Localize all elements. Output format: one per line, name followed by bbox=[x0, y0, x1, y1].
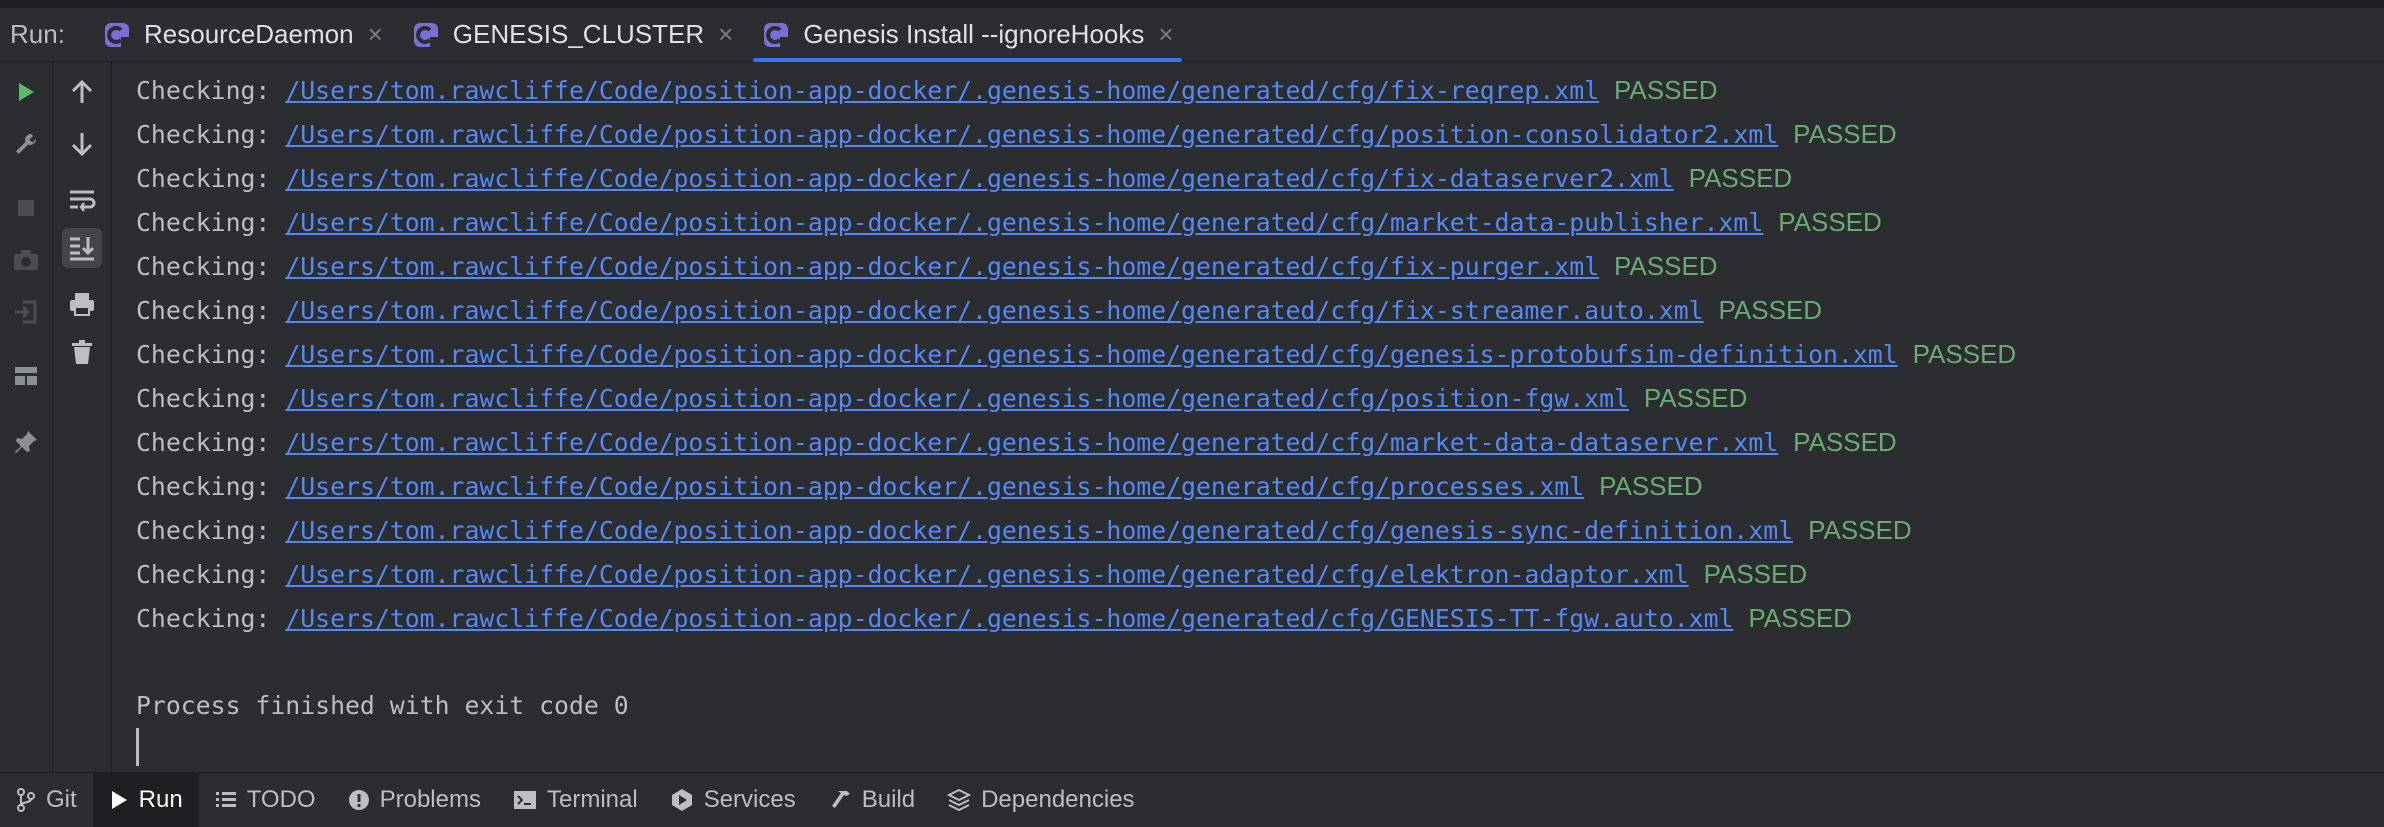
console-line: Checking: /Users/tom.rawcliffe/Code/posi… bbox=[136, 163, 1793, 193]
dependencies-icon bbox=[947, 788, 972, 811]
play-icon bbox=[111, 790, 127, 809]
status-passed: PASSED bbox=[1718, 295, 1823, 325]
hammer-icon bbox=[831, 790, 850, 808]
process-finished-message: Process finished with exit code 0 bbox=[136, 691, 629, 720]
close-icon[interactable]: × bbox=[718, 19, 733, 50]
camera-icon[interactable] bbox=[6, 240, 46, 280]
run-tab-bar: Run: ResourceDaemon × GENESIS_CLUSTER × … bbox=[0, 8, 2384, 62]
tab-genesis-install[interactable]: Genesis Install --ignoreHooks × bbox=[747, 8, 1187, 62]
file-link[interactable]: /Users/tom.rawcliffe/Code/position-app-d… bbox=[285, 472, 1584, 501]
tool-build[interactable]: Build bbox=[812, 773, 931, 827]
print-icon[interactable] bbox=[62, 284, 102, 324]
file-link[interactable]: /Users/tom.rawcliffe/Code/position-app-d… bbox=[285, 516, 1793, 545]
file-link[interactable]: /Users/tom.rawcliffe/Code/position-app-d… bbox=[285, 208, 1763, 237]
tool-problems[interactable]: Problems bbox=[332, 773, 497, 827]
status-passed: PASSED bbox=[1643, 383, 1748, 413]
pin-icon[interactable] bbox=[6, 422, 46, 462]
run-label: Run: bbox=[10, 19, 65, 49]
status-passed: PASSED bbox=[1793, 119, 1897, 149]
console-line: Checking: /Users/tom.rawcliffe/Code/posi… bbox=[136, 295, 1823, 325]
console-line: Checking: /Users/tom.rawcliffe/Code/posi… bbox=[136, 515, 1912, 545]
arrow-down-icon[interactable] bbox=[62, 124, 102, 164]
console-line: Checking: /Users/tom.rawcliffe/Code/posi… bbox=[136, 251, 1718, 281]
problems-icon bbox=[348, 789, 369, 810]
status-passed: PASSED bbox=[1614, 75, 1718, 105]
tool-git[interactable]: Git bbox=[0, 773, 93, 827]
file-link[interactable]: /Users/tom.rawcliffe/Code/position-app-d… bbox=[285, 384, 1629, 413]
console-line: Checking: /Users/tom.rawcliffe/Code/posi… bbox=[136, 207, 1882, 237]
tool-services[interactable]: Services bbox=[654, 773, 812, 827]
file-link[interactable]: /Users/tom.rawcliffe/Code/position-app-d… bbox=[285, 340, 1897, 369]
todo-list-icon bbox=[215, 791, 236, 807]
console-line: Checking: /Users/tom.rawcliffe/Code/posi… bbox=[136, 119, 1897, 149]
run-icon[interactable] bbox=[6, 72, 46, 112]
tool-terminal[interactable]: Terminal bbox=[497, 773, 654, 827]
services-icon bbox=[671, 788, 692, 811]
tool-todo[interactable]: TODO bbox=[199, 773, 332, 827]
console-line: Checking: /Users/tom.rawcliffe/Code/posi… bbox=[136, 339, 2017, 369]
status-passed: PASSED bbox=[1808, 515, 1912, 545]
login-icon[interactable] bbox=[6, 292, 46, 332]
tool-run[interactable]: Run bbox=[92, 772, 199, 827]
terminal-icon bbox=[513, 790, 536, 809]
tab-genesis-cluster[interactable]: GENESIS_CLUSTER × bbox=[397, 8, 748, 62]
status-passed: PASSED bbox=[1599, 471, 1703, 501]
tab-label: ResourceDaemon bbox=[144, 19, 354, 49]
tool-window-bar: Git Run TODO Problems Terminal Services … bbox=[0, 772, 2384, 827]
status-passed: PASSED bbox=[1793, 427, 1897, 457]
close-icon[interactable]: × bbox=[1158, 19, 1173, 50]
text-caret bbox=[136, 728, 139, 766]
console-line: Checking: /Users/tom.rawcliffe/Code/posi… bbox=[136, 427, 1897, 457]
tab-label: Genesis Install --ignoreHooks bbox=[803, 19, 1145, 49]
status-passed: PASSED bbox=[1614, 251, 1718, 281]
trash-icon[interactable] bbox=[62, 332, 102, 372]
close-icon[interactable]: × bbox=[368, 19, 383, 50]
run-toolbar-primary bbox=[0, 62, 53, 772]
console-line: Checking: /Users/tom.rawcliffe/Code/posi… bbox=[136, 383, 1748, 413]
tab-label: GENESIS_CLUSTER bbox=[452, 19, 705, 49]
scroll-to-end-icon[interactable] bbox=[62, 228, 102, 268]
file-link[interactable]: /Users/tom.rawcliffe/Code/position-app-d… bbox=[285, 120, 1778, 149]
genesis-config-icon bbox=[413, 22, 438, 47]
stop-icon[interactable] bbox=[6, 188, 46, 228]
console-line: Checking: /Users/tom.rawcliffe/Code/posi… bbox=[136, 559, 1808, 589]
file-link[interactable]: /Users/tom.rawcliffe/Code/position-app-d… bbox=[285, 164, 1673, 193]
console-line: Checking: /Users/tom.rawcliffe/Code/posi… bbox=[136, 75, 1718, 105]
run-toolbar-secondary bbox=[53, 62, 112, 772]
file-link[interactable]: /Users/tom.rawcliffe/Code/position-app-d… bbox=[285, 604, 1733, 633]
genesis-config-icon bbox=[764, 22, 789, 47]
status-passed: PASSED bbox=[1748, 603, 1852, 633]
file-link[interactable]: /Users/tom.rawcliffe/Code/position-app-d… bbox=[285, 560, 1688, 589]
console-line: Checking: /Users/tom.rawcliffe/Code/posi… bbox=[136, 603, 1852, 633]
status-passed: PASSED bbox=[1688, 163, 1793, 193]
console-output[interactable]: Checking: /Users/tom.rawcliffe/Code/posi… bbox=[112, 62, 2384, 772]
status-passed: PASSED bbox=[1703, 559, 1808, 589]
git-branch-icon bbox=[17, 787, 35, 812]
file-link[interactable]: /Users/tom.rawcliffe/Code/position-app-d… bbox=[285, 252, 1599, 281]
status-passed: PASSED bbox=[1912, 339, 2017, 369]
file-link[interactable]: /Users/tom.rawcliffe/Code/position-app-d… bbox=[285, 296, 1703, 325]
arrow-up-icon[interactable] bbox=[62, 72, 102, 112]
console-line: Checking: /Users/tom.rawcliffe/Code/posi… bbox=[136, 471, 1703, 501]
file-link[interactable]: /Users/tom.rawcliffe/Code/position-app-d… bbox=[285, 76, 1599, 105]
genesis-config-icon bbox=[105, 22, 129, 47]
status-passed: PASSED bbox=[1778, 207, 1882, 237]
wrench-icon[interactable] bbox=[6, 124, 46, 164]
soft-wrap-icon[interactable] bbox=[62, 180, 102, 220]
tab-resource-daemon[interactable]: ResourceDaemon × bbox=[88, 8, 397, 62]
layout-icon[interactable] bbox=[6, 356, 46, 396]
tool-dependencies[interactable]: Dependencies bbox=[931, 773, 1150, 827]
file-link[interactable]: /Users/tom.rawcliffe/Code/position-app-d… bbox=[285, 428, 1778, 457]
